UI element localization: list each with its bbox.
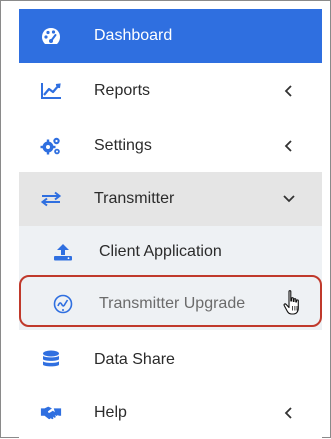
sidebar-item-transmitter[interactable]: Transmitter	[19, 172, 322, 226]
sidebar-item-label: Dashboard	[94, 27, 173, 44]
palette-gauge-icon	[40, 25, 62, 47]
sidebar-item-label: Settings	[94, 137, 152, 154]
sidebar-subitem-client-application[interactable]: Client Application	[19, 226, 322, 278]
sidebar-frame: Dashboard Reports Settings Transmitter C…	[0, 0, 331, 439]
sidebar-item-settings[interactable]: Settings	[19, 120, 322, 172]
cogs-icon	[40, 135, 62, 157]
upload-icon	[52, 241, 74, 263]
sidebar-menu: Dashboard Reports Settings Transmitter C…	[19, 9, 322, 439]
chevron-left-icon	[282, 406, 296, 420]
sidebar-item-label: Reports	[94, 82, 151, 99]
sidebar-item-help[interactable]: Help	[19, 387, 322, 439]
handshake-icon	[40, 402, 62, 424]
sidebar-item-label: Data Share	[94, 351, 175, 368]
hand-pointer-cursor-icon	[282, 289, 304, 317]
database-icon	[40, 349, 62, 371]
sidebar-item-dashboard[interactable]: Dashboard	[19, 9, 322, 63]
sidebar-item-label: Help	[94, 404, 127, 421]
sidebar-item-reports[interactable]: Reports	[19, 65, 322, 117]
upgrade-circle-icon	[52, 293, 74, 315]
sidebar-item-label: Client Application	[99, 243, 222, 260]
chevron-left-icon	[282, 139, 296, 153]
chart-line-icon	[40, 80, 62, 102]
exchange-arrows-icon	[40, 188, 62, 210]
sidebar-item-label: Transmitter Upgrade	[99, 295, 246, 312]
sidebar-item-label: Transmitter	[94, 190, 175, 207]
chevron-down-icon	[282, 192, 296, 206]
chevron-left-icon	[282, 84, 296, 98]
sidebar-item-data-share[interactable]: Data Share	[19, 334, 322, 386]
sidebar-subitem-transmitter-upgrade[interactable]: Transmitter Upgrade	[19, 278, 322, 330]
